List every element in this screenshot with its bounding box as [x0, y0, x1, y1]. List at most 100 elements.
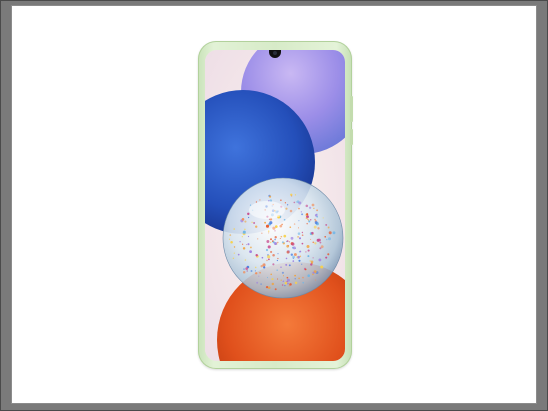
- sparkle-dot: [280, 266, 282, 268]
- sparkle-dot: [286, 278, 290, 282]
- sparkle-dot: [244, 259, 247, 261]
- sparkle-dot: [274, 236, 277, 239]
- sparkle-dot: [269, 238, 273, 241]
- sparkle-dot: [327, 253, 330, 256]
- sparkle-dot: [326, 238, 328, 241]
- sparkle-dot: [265, 224, 270, 228]
- sparkle-dot: [254, 266, 257, 269]
- sparkle-dot: [247, 235, 250, 238]
- sparkle-dot: [270, 250, 273, 254]
- sparkle-dot: [281, 271, 284, 274]
- sparkle-dot: [247, 212, 250, 216]
- sparkle-dot: [312, 257, 314, 259]
- sparkle-dot: [287, 282, 289, 285]
- sparkle-dot: [298, 220, 300, 222]
- sparkle-dot: [314, 221, 318, 225]
- sparkle-dot: [271, 278, 274, 281]
- power-button: [350, 129, 353, 145]
- sparkle-dot: [281, 223, 283, 226]
- sparkle-dot: [270, 273, 273, 276]
- sparkle-dot: [302, 276, 304, 279]
- sparkle-dot: [274, 288, 277, 291]
- sparkle-dot: [325, 256, 328, 259]
- sparkle-dot: [298, 277, 300, 280]
- sparkle-dot: [272, 263, 275, 266]
- phone-body: [198, 41, 353, 369]
- sparkle-dot: [284, 202, 287, 204]
- sparkle-dot: [304, 268, 307, 271]
- sparkle-dot: [293, 201, 296, 204]
- sparkle-dot: [292, 255, 295, 259]
- sparkle-dot: [277, 253, 279, 255]
- sparkle-dot: [242, 247, 246, 250]
- sparkle-dot: [289, 226, 292, 229]
- sparkle-dot: [307, 274, 310, 277]
- sparkle-dot: [328, 231, 332, 235]
- sparkle-dot: [274, 225, 278, 228]
- sparkle-dot: [246, 270, 248, 272]
- phone-screen: [205, 50, 345, 361]
- sparkle-dot: [296, 256, 298, 258]
- sparkle-dot: [317, 227, 320, 230]
- sparkle-dot: [319, 241, 322, 244]
- sparkle-dot: [298, 201, 302, 205]
- sparkle-dot: [267, 245, 271, 249]
- sparkle-dot: [301, 242, 304, 245]
- sparkle-dot: [313, 225, 317, 229]
- sparkle-dot: [280, 279, 282, 281]
- sparkle-dot: [290, 236, 294, 240]
- sparkle-dot: [318, 258, 322, 262]
- sparkle-dot: [292, 246, 296, 250]
- sparkle-dot: [268, 258, 270, 261]
- sparkle-dot: [241, 243, 244, 245]
- sparkle-dot: [332, 231, 336, 235]
- sparkle-dot: [314, 214, 318, 217]
- sparkle-dot: [266, 240, 270, 243]
- sparkle-dot: [247, 243, 250, 246]
- sparkle-dot: [293, 253, 297, 256]
- sparkle-dot: [233, 252, 235, 254]
- sparkle-dot: [283, 218, 286, 221]
- sparkle-dot: [291, 242, 295, 246]
- sparkle-dot: [322, 217, 324, 219]
- sparkle-dot: [255, 253, 258, 257]
- sparkle-dot: [305, 251, 307, 253]
- sparkle-dot: [277, 257, 279, 260]
- sparkle-dot: [320, 265, 324, 269]
- sparkle-dot: [286, 204, 289, 206]
- sparkle-dot: [246, 244, 248, 246]
- sparkle-dot: [293, 223, 296, 225]
- sparkle-dot: [277, 241, 279, 244]
- sparkle-dot: [292, 260, 295, 262]
- sparkle-dot: [285, 257, 288, 260]
- sparkle-dot: [300, 211, 303, 213]
- sparkle-dot: [306, 213, 309, 216]
- volume-button: [350, 96, 353, 122]
- sparkle-dot: [289, 283, 292, 286]
- sparkle-dot: [311, 231, 314, 235]
- sparkle-dot: [312, 273, 314, 276]
- sparkle-dot: [233, 228, 235, 230]
- sparkle-dot: [301, 263, 303, 265]
- sparkle-dot: [255, 201, 258, 203]
- sparkle-dot: [280, 199, 282, 201]
- sparkle-dot: [327, 237, 332, 241]
- sparkle-dot: [241, 218, 245, 221]
- sparkle-dot: [307, 249, 310, 252]
- sparkle-dot: [307, 255, 310, 258]
- sparkle-dot: [286, 250, 290, 254]
- sparkle-dot: [237, 253, 240, 256]
- sparkle-dot: [298, 251, 300, 253]
- sparkle-dot: [244, 228, 246, 230]
- sparkle-dot: [261, 256, 264, 259]
- front-camera: [273, 51, 277, 55]
- sparkle-dot: [325, 223, 328, 226]
- sparkle-dot: [243, 268, 245, 270]
- sparkle-dot: [301, 213, 304, 216]
- sparkle-dot: [306, 245, 310, 248]
- sparkle-dot: [277, 278, 279, 280]
- sparkle-dot: [259, 271, 261, 274]
- sparkle-dot: [261, 232, 263, 234]
- sparkle-dot: [267, 255, 271, 259]
- sparkle-dot: [276, 269, 278, 271]
